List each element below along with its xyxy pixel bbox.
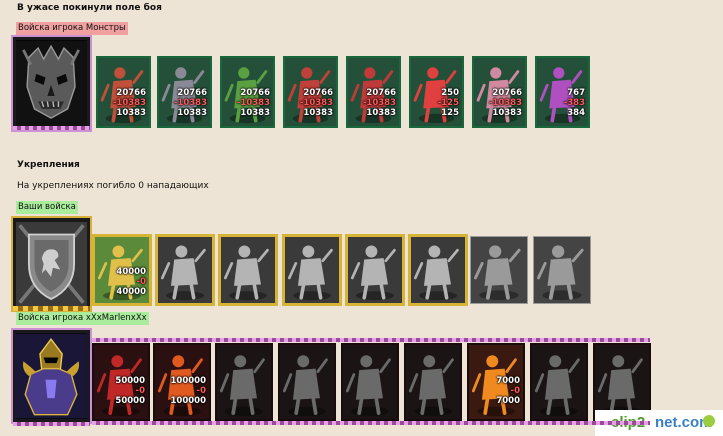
unit-slot[interactable]: 250 -125 125 xyxy=(409,56,464,128)
unit-slot[interactable]: 20766 -10383 10383 xyxy=(157,56,212,128)
unit-count-start: 40000 xyxy=(116,267,146,277)
unit-slot[interactable]: 7000 -0 7000 xyxy=(467,343,525,421)
unit-counts: 40000 -0 40000 xyxy=(116,267,146,297)
unit-counts: 7000 -0 7000 xyxy=(496,376,520,406)
your-army-tag: Ваши войска xyxy=(16,201,78,214)
unit-count-lost: -10383 xyxy=(236,98,270,108)
unit-slot[interactable] xyxy=(215,343,273,421)
unit-count-start: 7000 xyxy=(496,376,520,386)
unit-count-remaining: 10383 xyxy=(116,108,146,118)
unit-count-start: 20766 xyxy=(240,88,270,98)
unit-count-start: 767 xyxy=(567,88,585,98)
unit-count-lost: -0 xyxy=(510,386,520,396)
unit-slot[interactable]: 20766 -10383 10383 xyxy=(346,56,401,128)
unit-counts: 250 -125 125 xyxy=(438,88,459,118)
monster-hero-portrait[interactable] xyxy=(11,35,92,132)
unit-slot[interactable] xyxy=(341,343,399,421)
unit-slot[interactable] xyxy=(155,234,215,306)
unit-count-remaining: 10383 xyxy=(240,108,270,118)
armored-lord-icon xyxy=(16,333,87,419)
unit-count-lost: -0 xyxy=(135,386,145,396)
shield-lion-icon xyxy=(16,221,87,307)
unit-count-remaining: 10383 xyxy=(177,108,207,118)
fled-heading: В ужасе покинули поле боя xyxy=(17,3,162,13)
player-army-tag: Войска игрока xXxMarlenxXx xyxy=(16,312,149,325)
unit-count-lost: -10383 xyxy=(112,98,146,108)
unit-slot[interactable]: 20766 -10383 10383 xyxy=(220,56,275,128)
unit-slot[interactable]: 50000 -0 50000 xyxy=(92,343,150,421)
unit-count-start: 250 xyxy=(441,88,459,98)
unit-slot[interactable] xyxy=(218,234,278,306)
unit-count-start: 20766 xyxy=(303,88,333,98)
unit-counts: 50000 -0 50000 xyxy=(115,376,145,406)
monsters-army-tag: Войска игрока Монстры xyxy=(16,22,128,35)
unit-count-lost: -10383 xyxy=(299,98,333,108)
unit-count-lost: -383 xyxy=(563,98,585,108)
unit-count-start: 20766 xyxy=(366,88,396,98)
unit-count-lost: -0 xyxy=(196,386,206,396)
unit-counts: 20766 -10383 10383 xyxy=(489,88,522,118)
unit-slot[interactable] xyxy=(530,343,588,421)
hero-frame-trim xyxy=(13,306,90,311)
unit-slot[interactable]: 100000 -0 100000 xyxy=(153,343,211,421)
unit-slot[interactable] xyxy=(408,234,468,306)
your-hero-portrait[interactable] xyxy=(11,216,92,312)
unit-slot[interactable] xyxy=(345,234,405,306)
unit-count-remaining: 10383 xyxy=(303,108,333,118)
unit-count-remaining: 10383 xyxy=(366,108,396,118)
unit-count-start: 50000 xyxy=(115,376,145,386)
unit-slot[interactable] xyxy=(470,236,528,304)
unit-count-remaining: 10383 xyxy=(492,108,522,118)
unit-counts: 20766 -10383 10383 xyxy=(113,88,146,118)
unit-slot[interactable]: 20766 -10383 10383 xyxy=(96,56,151,128)
unit-slot[interactable]: 20766 -10383 10383 xyxy=(472,56,527,128)
demon-skull-icon xyxy=(16,40,87,127)
unit-count-remaining: 384 xyxy=(567,108,585,118)
fortifications-heading: Укрепления xyxy=(17,160,80,170)
watermark-dot-icon xyxy=(703,415,715,427)
unit-slot[interactable]: 767 -383 384 xyxy=(535,56,590,128)
unit-count-remaining: 40000 xyxy=(116,287,146,297)
unit-slot[interactable] xyxy=(282,234,342,306)
unit-count-lost: -0 xyxy=(136,277,146,287)
unit-count-start: 20766 xyxy=(492,88,522,98)
unit-count-lost: -10383 xyxy=(362,98,396,108)
unit-counts: 20766 -10383 10383 xyxy=(237,88,270,118)
unit-count-lost: -10383 xyxy=(173,98,207,108)
unit-count-start: 100000 xyxy=(170,376,207,386)
unit-counts: 20766 -10383 10383 xyxy=(174,88,207,118)
unit-row-trim xyxy=(92,338,650,342)
player-hero-portrait[interactable] xyxy=(11,328,92,424)
unit-count-start: 20766 xyxy=(116,88,146,98)
unit-slot[interactable]: 20766 -10383 10383 xyxy=(283,56,338,128)
unit-slot[interactable] xyxy=(278,343,336,421)
unit-slot[interactable] xyxy=(533,236,591,304)
unit-count-remaining: 50000 xyxy=(115,396,145,406)
unit-count-start: 20766 xyxy=(177,88,207,98)
hero-frame-trim xyxy=(13,422,90,426)
unit-count-remaining: 125 xyxy=(441,108,459,118)
hero-frame-trim xyxy=(13,126,90,130)
unit-counts: 20766 -10383 10383 xyxy=(363,88,396,118)
unit-counts: 767 -383 384 xyxy=(564,88,585,118)
unit-row-trim xyxy=(92,421,650,425)
fortifications-text: На укреплениях погибло 0 нападающих xyxy=(17,181,209,191)
unit-count-remaining: 7000 xyxy=(496,396,520,406)
unit-counts: 20766 -10383 10383 xyxy=(300,88,333,118)
unit-counts: 100000 -0 100000 xyxy=(171,376,207,406)
unit-count-lost: -10383 xyxy=(488,98,522,108)
unit-count-lost: -125 xyxy=(437,98,459,108)
unit-slot[interactable] xyxy=(404,343,462,421)
unit-count-remaining: 100000 xyxy=(170,396,207,406)
unit-slot[interactable]: 40000 -0 40000 xyxy=(92,234,152,306)
